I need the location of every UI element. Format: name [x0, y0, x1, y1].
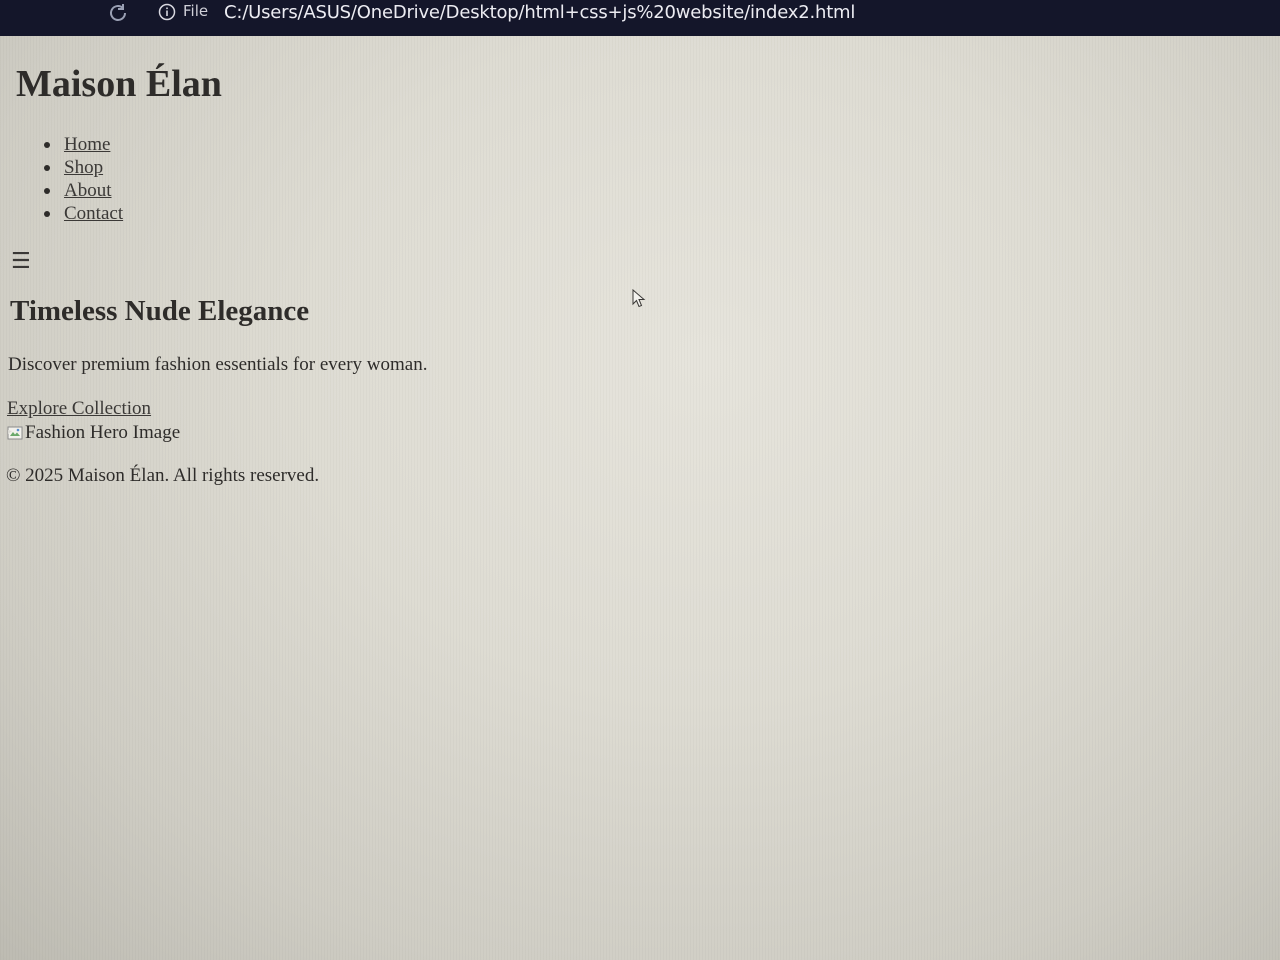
reload-icon[interactable] — [106, 1, 130, 25]
hero-image: Fashion Hero Image — [7, 422, 180, 444]
footer-copyright: © 2025 Maison Élan. All rights reserved. — [6, 465, 320, 486]
hero-description: Discover premium fashion essentials for … — [8, 354, 428, 375]
site-title: Maison Élan — [16, 63, 222, 105]
file-scheme-label[interactable]: File — [183, 2, 208, 20]
nav-link-home[interactable]: Home — [64, 133, 110, 156]
list-bullet — [44, 142, 50, 148]
explore-collection-link[interactable]: Explore Collection — [7, 398, 151, 420]
hamburger-menu-icon[interactable]: ☰ — [11, 249, 31, 274]
broken-image-icon — [7, 426, 23, 440]
address-bar-url[interactable]: C:/Users/ASUS/OneDrive/Desktop/html+css+… — [224, 2, 855, 23]
page-viewport: Maison Élan Home Shop About Contact ☰ Ti… — [0, 36, 1280, 960]
mouse-cursor-icon — [632, 289, 646, 308]
list-bullet — [44, 165, 50, 171]
nav-link-shop[interactable]: Shop — [64, 156, 103, 179]
list-bullet — [44, 188, 50, 194]
hero-heading: Timeless Nude Elegance — [10, 295, 310, 327]
nav-link-about[interactable]: About — [64, 179, 112, 202]
nav-link-contact[interactable]: Contact — [64, 202, 123, 225]
browser-toolbar: File C:/Users/ASUS/OneDrive/Desktop/html… — [0, 0, 1280, 36]
hero-image-alt-text: Fashion Hero Image — [25, 422, 181, 443]
list-bullet — [44, 211, 50, 217]
info-icon[interactable] — [158, 3, 176, 21]
